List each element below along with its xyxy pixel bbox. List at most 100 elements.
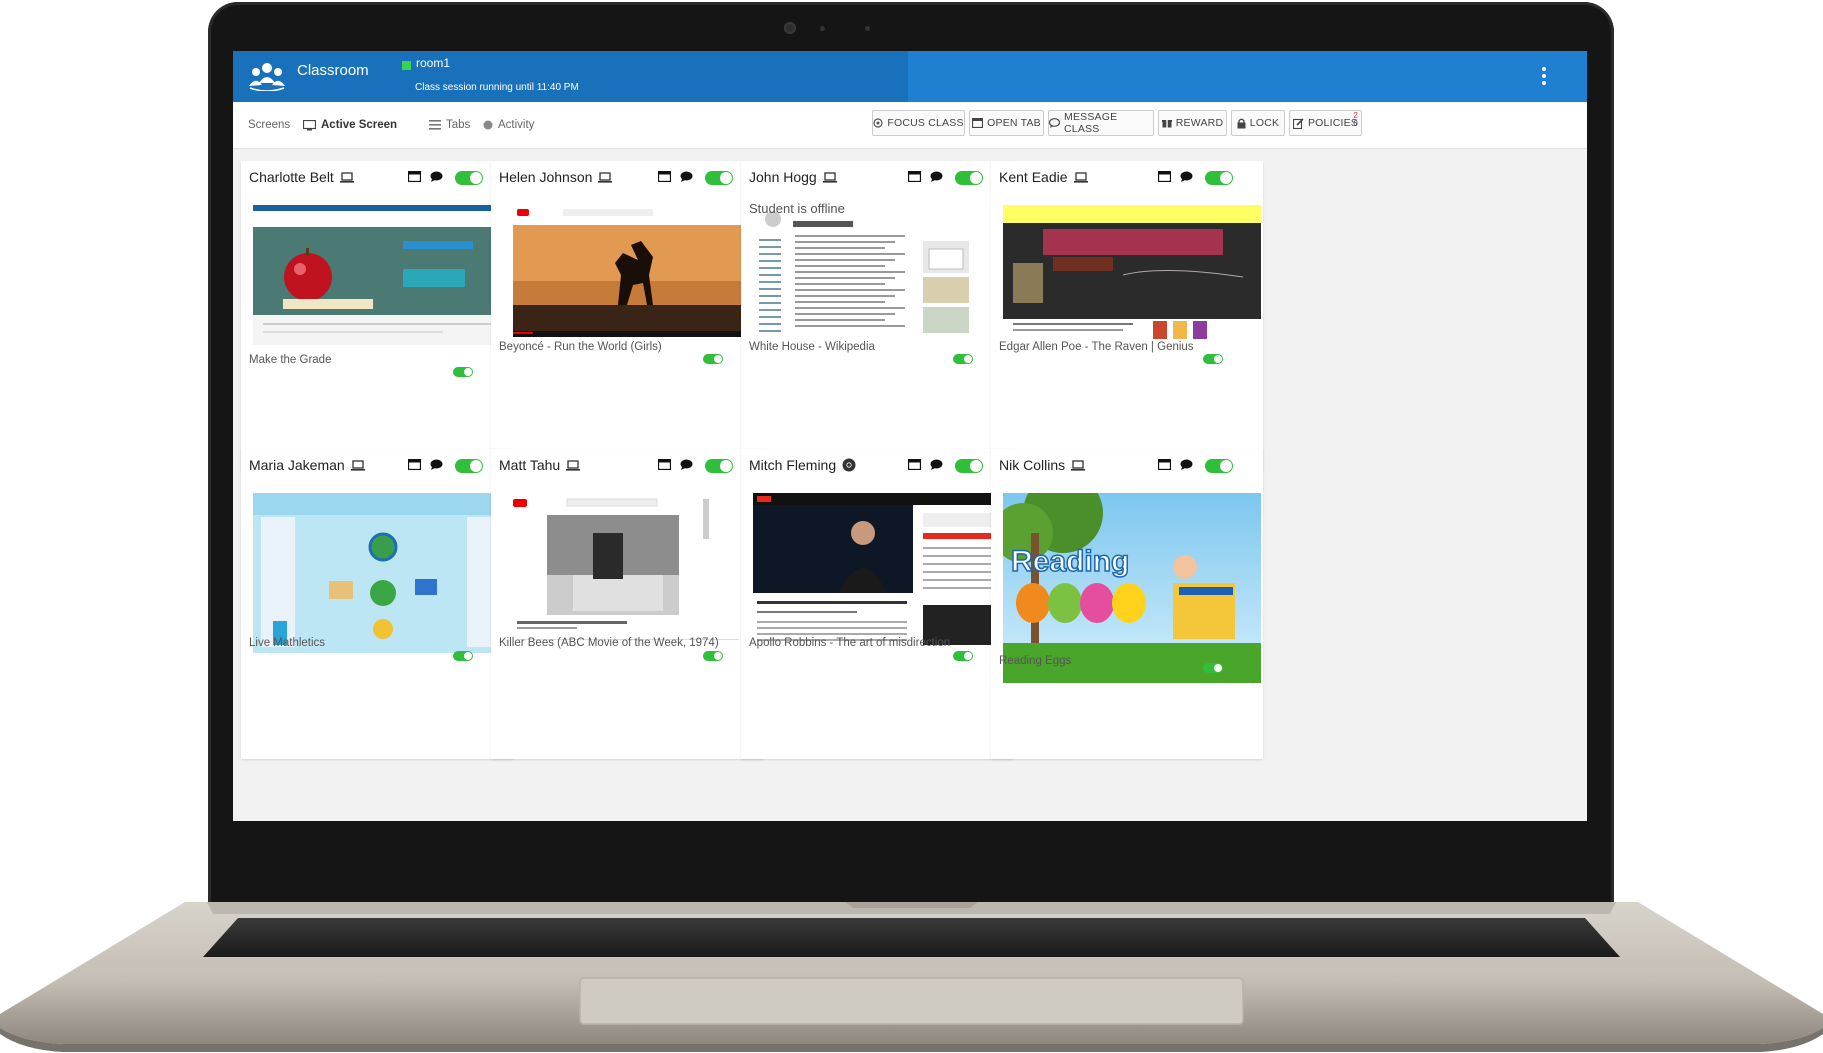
- student-name[interactable]: Matt Tahu: [499, 457, 581, 473]
- student-name[interactable]: Nik Collins: [999, 457, 1086, 473]
- edit-icon: [1292, 117, 1304, 129]
- laptop-icon: [566, 459, 581, 471]
- screen-thumbnail[interactable]: [253, 493, 511, 653]
- screen-thumbnail[interactable]: [1003, 205, 1261, 345]
- screenshot-mathletics: [253, 493, 511, 653]
- student-card[interactable]: Maria Jakeman Live Mathletics: [241, 449, 513, 759]
- student-name[interactable]: Kent Eadie: [999, 169, 1088, 185]
- focus-class-label: FOCUS CLASS: [887, 117, 964, 129]
- tab-title[interactable]: Reading Eggs: [999, 655, 1071, 667]
- chat-bubble-icon[interactable]: [680, 459, 693, 470]
- room-name[interactable]: room1: [416, 56, 450, 70]
- laptop-icon: [1071, 459, 1086, 471]
- chat-bubble-icon[interactable]: [930, 459, 943, 470]
- student-enable-toggle[interactable]: [455, 171, 483, 185]
- tab-title[interactable]: Live Mathletics: [249, 637, 325, 649]
- open-tab-button[interactable]: OPEN TAB: [969, 110, 1044, 136]
- session-status-dot: [402, 61, 411, 70]
- screenshot-genius-page: [1003, 205, 1261, 345]
- student-card[interactable]: Nik Collins Reading Reading Eggs: [991, 449, 1263, 759]
- tab-toggle[interactable]: [1203, 354, 1223, 364]
- student-enable-toggle[interactable]: [705, 171, 733, 185]
- student-card[interactable]: Charlotte Belt Make the Grade: [241, 161, 513, 471]
- student-name[interactable]: Charlotte Belt: [249, 169, 354, 185]
- laptop-icon: [339, 171, 354, 183]
- tab-toggle[interactable]: [953, 651, 973, 661]
- tab-toggle[interactable]: [703, 354, 723, 364]
- tab-toggle[interactable]: [453, 651, 473, 661]
- student-enable-toggle[interactable]: [1205, 171, 1233, 185]
- student-enable-toggle[interactable]: [955, 171, 983, 185]
- tab-title[interactable]: Apollo Robbins - The art of misdirection: [749, 637, 950, 649]
- student-name-text: Kent Eadie: [999, 169, 1068, 185]
- lock-icon: [1237, 118, 1246, 128]
- screen-thumbnail[interactable]: [503, 493, 761, 653]
- window-icon[interactable]: [658, 171, 671, 182]
- tab-active-screen[interactable]: Active Screen: [303, 119, 397, 131]
- chat-bubble-icon[interactable]: [1180, 171, 1193, 182]
- focus-class-button[interactable]: FOCUS CLASS: [872, 110, 965, 136]
- student-name-text: Charlotte Belt: [249, 169, 334, 185]
- window-icon[interactable]: [1158, 459, 1171, 470]
- tab-toggle[interactable]: [953, 354, 973, 364]
- more-vertical-icon[interactable]: [1537, 64, 1551, 88]
- window-icon: [972, 118, 984, 128]
- student-enable-toggle[interactable]: [955, 459, 983, 473]
- tab-title[interactable]: White House - Wikipedia: [749, 341, 875, 353]
- student-name[interactable]: Maria Jakeman: [249, 457, 365, 473]
- open-tab-label: OPEN TAB: [987, 117, 1041, 129]
- lock-label: LOCK: [1249, 117, 1280, 129]
- window-icon[interactable]: [908, 171, 921, 182]
- monitor-icon: [303, 119, 316, 130]
- screenshot-youtube-video: [503, 205, 761, 345]
- student-enable-toggle[interactable]: [705, 459, 733, 473]
- tab-toggle[interactable]: [1203, 663, 1223, 673]
- student-card[interactable]: Kent Eadie Edgar Allen Poe - The Raven |…: [991, 161, 1263, 471]
- comment-icon: [1049, 118, 1060, 128]
- screenshot-wikipedia-page: [753, 205, 1011, 345]
- window-icon[interactable]: [1158, 171, 1171, 182]
- student-card[interactable]: Mitch Fleming Apollo Robbins - The art o…: [741, 449, 1013, 759]
- policies-button[interactable]: POLICIES 20: [1289, 110, 1362, 136]
- student-name[interactable]: John Hogg: [749, 169, 837, 185]
- student-name[interactable]: Helen Johnson: [499, 169, 613, 185]
- tab-toggle[interactable]: [453, 367, 473, 377]
- screen-thumbnail[interactable]: [753, 205, 1011, 345]
- window-icon[interactable]: [658, 459, 671, 470]
- screen-thumbnail[interactable]: [503, 205, 761, 345]
- app-header: Classroom room1 Class session running un…: [233, 51, 1587, 102]
- lock-button[interactable]: LOCK: [1231, 110, 1285, 136]
- tab-tabs[interactable]: Tabs: [429, 119, 470, 131]
- chat-bubble-icon[interactable]: [1180, 459, 1193, 470]
- tab-activity[interactable]: Activity: [483, 119, 534, 131]
- tab-title[interactable]: Edgar Allen Poe - The Raven | Genius: [999, 341, 1194, 353]
- window-icon[interactable]: [408, 171, 421, 182]
- tab-title[interactable]: Killer Bees (ABC Movie of the Week, 1974…: [499, 637, 719, 649]
- tab-title[interactable]: Make the Grade: [249, 354, 331, 366]
- message-class-button[interactable]: MESSAGE CLASS: [1048, 110, 1154, 136]
- tab-activity-label: Activity: [498, 119, 535, 131]
- policies-label: POLICIES: [1307, 117, 1359, 129]
- list-icon: [429, 120, 441, 130]
- student-card[interactable]: Matt Tahu Killer Bees (ABC Movie of the …: [491, 449, 763, 759]
- window-icon[interactable]: [408, 459, 421, 470]
- reward-button[interactable]: REWARD: [1158, 110, 1227, 136]
- student-card[interactable]: John Hogg Student is offline White House…: [741, 161, 1013, 471]
- student-enable-toggle[interactable]: [455, 459, 483, 473]
- chat-bubble-icon[interactable]: [430, 171, 443, 182]
- chat-bubble-icon[interactable]: [430, 459, 443, 470]
- laptop-icon: [350, 459, 365, 471]
- student-enable-toggle[interactable]: [1205, 459, 1233, 473]
- screen-thumbnail[interactable]: [753, 493, 1011, 653]
- student-name[interactable]: Mitch Fleming: [749, 457, 856, 473]
- chat-bubble-icon[interactable]: [680, 171, 693, 182]
- window-icon[interactable]: [908, 459, 921, 470]
- tab-toggle[interactable]: [703, 651, 723, 661]
- tab-active-screen-label: Active Screen: [321, 119, 398, 131]
- screen-thumbnail[interactable]: [253, 205, 511, 345]
- chat-bubble-icon[interactable]: [930, 171, 943, 182]
- indicator-dot: [865, 26, 870, 31]
- tab-title[interactable]: Beyoncé - Run the World (Girls): [499, 341, 662, 353]
- chrome-icon: [842, 458, 856, 472]
- student-card[interactable]: Helen Johnson Beyoncé - Run the World (G…: [491, 161, 763, 471]
